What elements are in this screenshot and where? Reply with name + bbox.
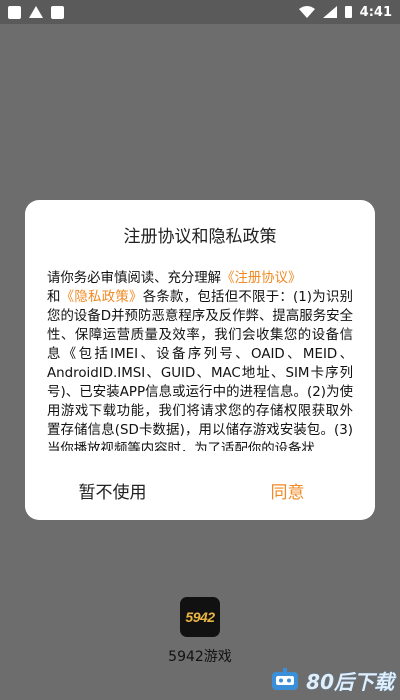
app-logo: 5942 [180, 597, 220, 637]
status-right: 4:41 [298, 4, 392, 20]
register-agreement-link[interactable]: 《注册协议》 [221, 271, 301, 286]
signal-icon [322, 6, 337, 18]
warning-icon [29, 6, 43, 18]
wifi-icon [298, 6, 315, 18]
body-text: 各条款，包括但不限于：(1)为识别您的设备D并预防恶意程序及反作弊、提高服务安全… [47, 290, 353, 451]
notification-icon [8, 5, 21, 19]
dialog-title: 注册协议和隐私政策 [123, 227, 277, 247]
status-left [8, 5, 64, 19]
app-logo-text: 5942 [185, 609, 215, 625]
agree-button[interactable]: 同意 [200, 468, 375, 513]
battery-icon [344, 6, 352, 18]
dialog-body: 请你务必审慎阅读、充分理解《注册协议》和《隐私政策》各条款，包括但不限于：(1)… [47, 269, 353, 451]
watermark-text: 80后下载 [306, 669, 394, 694]
app-name: 5942游戏 [168, 649, 232, 665]
and-text: 和 [47, 290, 61, 305]
dialog-buttons: 暂不使用 同意 [25, 468, 375, 513]
intro-text: 请你务必审慎阅读、充分理解 [47, 271, 222, 286]
status-time: 4:41 [359, 4, 392, 20]
decline-button[interactable]: 暂不使用 [25, 468, 200, 513]
privacy-dialog: 注册协议和隐私政策 请你务必审慎阅读、充分理解《注册协议》和《隐私政策》各条款，… [25, 200, 375, 520]
privacy-policy-link[interactable]: 《隐私政策》 [61, 290, 143, 305]
watermark: 80后下载 [270, 666, 394, 694]
notification-icon [51, 5, 64, 19]
status-bar: 4:41 [0, 0, 400, 24]
robot-icon [272, 668, 299, 690]
